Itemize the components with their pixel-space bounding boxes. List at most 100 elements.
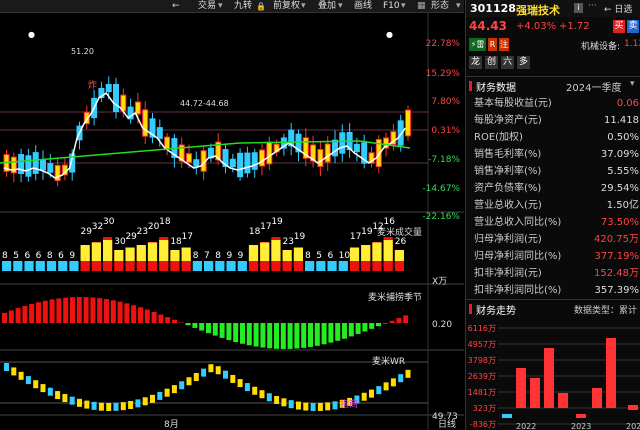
volume-label: 19	[361, 227, 373, 237]
season-bar	[246, 323, 252, 346]
fin-row-label: 归母净利润同比(%)	[474, 251, 562, 262]
volume-bar	[24, 261, 34, 271]
wr-bar	[361, 392, 367, 401]
f10-dropdown-icon[interactable]: ▾	[401, 0, 406, 13]
period-label[interactable]: 日线	[438, 417, 456, 430]
trend-chart: 6116万 4957万 3798万 2639万 1481万 323万 -836万 2022 20…	[468, 324, 640, 430]
wr-bar	[142, 397, 148, 406]
fin-row-label: 扣非净利润同比(%)	[474, 285, 562, 296]
trend-bar	[544, 348, 554, 408]
thunder-tag[interactable]: ⚡雷	[469, 38, 486, 51]
trend-y-tick: 2639万	[468, 372, 496, 381]
lock-icon[interactable]: 🔒	[256, 0, 266, 13]
duo-tag[interactable]: 多	[517, 56, 530, 69]
trend-type-select[interactable]: 数据类型：累计	[574, 303, 637, 316]
chart-icon[interactable]: ▦	[417, 0, 426, 13]
wr-bar	[193, 373, 199, 382]
more-icon[interactable]: ···	[588, 1, 597, 11]
draw-line-button[interactable]: 画线	[354, 0, 372, 13]
season-bar	[294, 323, 300, 349]
period-dropdown-icon[interactable]: ▾	[630, 79, 635, 89]
fin-row: 销售净利率(%) 5.55%	[466, 163, 640, 180]
volume-bar	[226, 261, 236, 271]
volume-label: 23	[136, 227, 149, 237]
season-bar	[314, 323, 320, 346]
volume-label: 8	[2, 251, 8, 261]
volume-bar	[35, 261, 45, 271]
wr-bar	[223, 370, 228, 379]
candle-body	[40, 159, 46, 171]
overlay-button[interactable]: 叠加	[318, 0, 336, 13]
volume-bar	[2, 261, 12, 271]
fin-row: 资产负债率(%) 29.54%	[466, 180, 640, 197]
back-arrow-icon[interactable]: ←	[172, 0, 180, 13]
shape-button[interactable]: 形态	[431, 0, 449, 13]
volume-label: 32	[91, 222, 104, 232]
volume-label: 18	[248, 227, 261, 237]
candle-body	[353, 143, 360, 153]
volume-label: 6	[58, 251, 64, 261]
season-bar	[199, 323, 205, 331]
fin-row-value: 377.19%	[594, 251, 640, 262]
trade-dropdown-icon[interactable]: ▾	[218, 0, 223, 13]
industry-label[interactable]: 机械设备:	[581, 39, 620, 52]
buy-button[interactable]: 买	[613, 20, 625, 33]
adjust-dropdown-icon[interactable]: ▾	[301, 0, 306, 13]
season-bar	[369, 323, 375, 329]
fin-row-label: ROE(加权)	[474, 132, 523, 143]
fin-period-select[interactable]: 2024一季度	[566, 79, 621, 94]
volume-label: 6	[327, 251, 334, 261]
trend-bar	[606, 338, 616, 408]
stock-name[interactable]: 强瑞技术	[516, 2, 560, 18]
trend-bar	[628, 405, 638, 410]
trend-y-tick: 3798万	[468, 356, 496, 365]
season-bar	[287, 323, 293, 349]
fin-title: 财务数据	[476, 83, 516, 94]
volume-bar-top	[394, 250, 404, 261]
volume-label: 6	[24, 251, 31, 261]
season-panel-title: 麦米捕捞季节	[368, 293, 423, 303]
fin-row-value: 29.54%	[600, 183, 639, 194]
candle-body	[266, 141, 273, 165]
season-bar	[22, 305, 28, 323]
volume-label: 18	[159, 217, 171, 227]
candle-body	[32, 152, 39, 174]
info-icon[interactable]: i	[574, 3, 583, 13]
chuang-tag[interactable]: 创	[485, 56, 498, 69]
y-tick: -14.67%	[422, 184, 460, 194]
f10-button[interactable]: F10	[383, 0, 400, 13]
volume-bar-top	[372, 242, 382, 261]
wr-bar	[157, 391, 163, 400]
trade-button[interactable]: 交易	[198, 0, 216, 13]
volume-bar-top	[293, 247, 303, 261]
candle-body	[324, 143, 331, 163]
candle-body	[186, 153, 192, 163]
wr-bar	[98, 402, 104, 411]
kline-chart-area[interactable]: ● ● 51.20 炸 44.72-44.68 22.78% 15.29% 7.…	[0, 13, 464, 430]
volume-label: 16	[383, 217, 395, 227]
adjust-button[interactable]: 前复权	[273, 0, 300, 13]
volume-label: 8	[215, 251, 221, 261]
shape-dropdown-icon[interactable]: ▾	[456, 0, 461, 13]
volume-label: 19	[293, 232, 306, 242]
season-bar	[2, 312, 7, 323]
six-tag[interactable]: 六	[501, 56, 514, 69]
volume-label: 20	[147, 222, 160, 232]
wr-bar	[4, 363, 9, 371]
fin-row: ROE(加权) 0.50%	[466, 129, 640, 146]
note-tag[interactable]: 注	[499, 38, 509, 51]
season-bar	[83, 297, 89, 323]
jiuzhuan-button[interactable]: 九转	[234, 0, 252, 13]
dragon-tag[interactable]: 龙	[469, 56, 482, 69]
season-bar	[335, 323, 341, 341]
sell-button[interactable]: 卖	[627, 20, 639, 33]
back-to-list-button[interactable]: ← 日选	[604, 2, 632, 15]
volume-bar-top	[91, 242, 101, 261]
candle-body	[47, 163, 54, 173]
wr-bar	[91, 401, 97, 410]
overlay-dropdown-icon[interactable]: ▾	[338, 0, 343, 13]
r-tag[interactable]: R	[488, 38, 497, 51]
volume-label: 30	[103, 217, 115, 227]
volume-bar	[215, 261, 225, 271]
high-price-label: 51.20	[71, 47, 94, 56]
